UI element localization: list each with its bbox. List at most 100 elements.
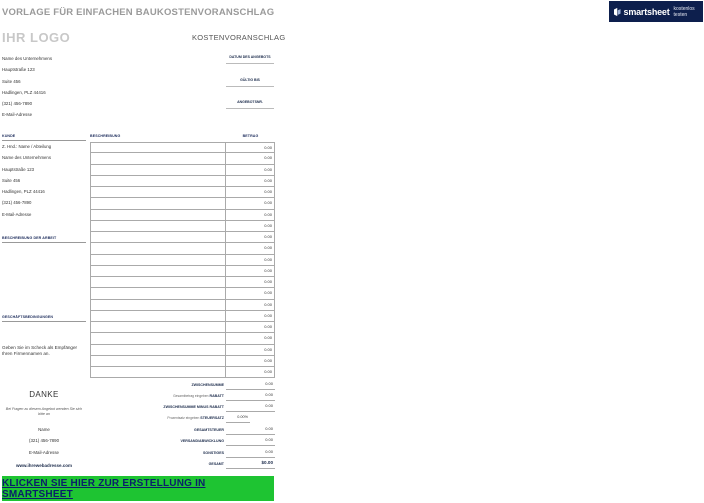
line-item-description-cell[interactable] bbox=[90, 187, 226, 199]
line-item-amount-cell[interactable]: 0.00 bbox=[226, 288, 275, 300]
cta-label: KLICKEN SIE HIER ZUR ERSTELLUNG IN SMART… bbox=[2, 477, 206, 500]
quote-date-field[interactable] bbox=[226, 63, 274, 64]
line-item-description-cell[interactable] bbox=[90, 153, 226, 165]
subtotal-less-label: ZWISCHENSUMME MINUS RABATT bbox=[163, 404, 224, 409]
line-item-row: 0.00 bbox=[90, 164, 275, 176]
line-item-amount-cell[interactable]: 0.00 bbox=[226, 367, 275, 379]
tax-row: GESAMTSTEUER 0.00 bbox=[150, 424, 275, 436]
discount-value[interactable]: 0.00 bbox=[226, 390, 275, 402]
line-item-amount-cell[interactable]: 0.00 bbox=[226, 198, 275, 210]
line-item-amount-cell[interactable]: 0.00 bbox=[226, 277, 275, 289]
line-item-description-cell[interactable] bbox=[90, 322, 226, 334]
total-value: $0.00 bbox=[226, 458, 275, 470]
line-item-amount-cell[interactable]: 0.00 bbox=[226, 142, 275, 154]
line-item-amount-cell[interactable]: 0.00 bbox=[226, 355, 275, 367]
line-item-amount-cell[interactable]: 0.00 bbox=[226, 344, 275, 356]
discount-label-group: Gesamtbetrag eingeben RABATT bbox=[150, 394, 226, 398]
amount-heading: BETRAG bbox=[242, 134, 259, 138]
line-item-row: 0.00 bbox=[90, 277, 275, 289]
line-item-amount-cell[interactable]: 0.00 bbox=[226, 322, 275, 334]
line-item-amount-cell[interactable]: 0.00 bbox=[226, 310, 275, 322]
customer-email: E-Mail-Adresse bbox=[2, 211, 32, 217]
line-item-description-cell[interactable] bbox=[90, 310, 226, 322]
subtotal-less-value: 0.00 bbox=[226, 401, 275, 413]
line-item-row: 0.00 bbox=[90, 299, 275, 311]
thanks-text: DANKE bbox=[29, 390, 59, 399]
line-item-description-cell[interactable] bbox=[90, 254, 226, 266]
subtotal-label: ZWISCHENSUMME bbox=[191, 382, 224, 387]
line-item-description-cell[interactable] bbox=[90, 277, 226, 289]
taxrate-row: Prozentsatz eingeben STEUERSATZ 0.00% bbox=[150, 412, 250, 424]
line-item-amount-cell[interactable]: 0.00 bbox=[226, 265, 275, 277]
line-item-description-cell[interactable] bbox=[90, 209, 226, 221]
customer-street: Hauptstraße 123 bbox=[2, 166, 35, 172]
company-city: Hadlingen, PLZ 44416 bbox=[2, 89, 46, 95]
line-item-amount-cell[interactable]: 0.00 bbox=[226, 254, 275, 266]
create-in-smartsheet-button[interactable]: KLICKEN SIE HIER ZUR ERSTELLUNG IN SMART… bbox=[2, 476, 274, 501]
taxrate-value[interactable]: 0.00% bbox=[226, 412, 250, 424]
line-item-description-cell[interactable] bbox=[90, 142, 226, 154]
brand-name: smartsheet bbox=[623, 6, 670, 17]
contact-email: E-Mail-Adresse bbox=[28, 450, 59, 455]
quote-number-field[interactable] bbox=[226, 108, 274, 109]
company-suite: Suite 456 bbox=[2, 78, 21, 84]
line-item-row: 0.00 bbox=[90, 310, 275, 322]
line-item-amount-cell[interactable]: 0.00 bbox=[226, 209, 275, 221]
line-item-description-cell[interactable] bbox=[90, 367, 226, 379]
shipping-label: VERSAND/ABWICKLUNG bbox=[180, 438, 224, 443]
line-item-description-cell[interactable] bbox=[90, 299, 226, 311]
line-item-row: 0.00 bbox=[90, 355, 275, 367]
line-item-description-cell[interactable] bbox=[90, 175, 226, 187]
taxrate-hint: Prozentsatz eingeben bbox=[167, 415, 200, 420]
line-item-amount-cell[interactable]: 0.00 bbox=[226, 187, 275, 199]
brand-cta: kostenlos testen bbox=[673, 5, 695, 18]
line-item-row: 0.00 bbox=[90, 187, 275, 199]
smartsheet-trial-button[interactable]: smartsheet kostenlos testen bbox=[609, 1, 703, 22]
line-item-description-cell[interactable] bbox=[90, 243, 226, 255]
line-item-description-cell[interactable] bbox=[90, 333, 226, 345]
line-item-amount-cell[interactable]: 0.00 bbox=[226, 175, 275, 187]
shipping-value[interactable]: 0.00 bbox=[226, 435, 275, 447]
tax-value: 0.00 bbox=[226, 424, 275, 436]
other-value[interactable]: 0.00 bbox=[226, 447, 275, 459]
line-item-description-cell[interactable] bbox=[90, 344, 226, 356]
other-label: SONSTIGES bbox=[203, 450, 224, 455]
line-item-row: 0.00 bbox=[90, 367, 275, 379]
line-item-row: 0.00 bbox=[90, 265, 275, 277]
document-title: KOSTENVORANSCHLAG bbox=[192, 33, 286, 42]
customer-company: Name des Unternehmens bbox=[2, 155, 51, 161]
line-item-amount-cell[interactable]: 0.00 bbox=[226, 333, 275, 345]
line-item-description-cell[interactable] bbox=[90, 265, 226, 277]
line-item-description-cell[interactable] bbox=[90, 355, 226, 367]
line-item-row: 0.00 bbox=[90, 243, 275, 255]
line-item-amount-cell[interactable]: 0.00 bbox=[226, 220, 275, 232]
questions-text: Bei Fragen zu diesem Angebot wenden Sie … bbox=[5, 407, 83, 416]
line-item-row: 0.00 bbox=[90, 322, 275, 334]
line-item-amount-cell[interactable]: 0.00 bbox=[226, 299, 275, 311]
scope-heading: BESCHREIBUNG DER ARBEIT bbox=[2, 236, 57, 240]
discount-label: RABATT bbox=[209, 393, 224, 398]
company-email: E-Mail-Adresse bbox=[2, 112, 33, 118]
line-item-row: 0.00 bbox=[90, 254, 275, 266]
terms-heading-rule bbox=[2, 321, 86, 322]
line-item-description-cell[interactable] bbox=[90, 232, 226, 244]
valid-until-field[interactable] bbox=[226, 86, 274, 87]
website-link[interactable]: www.ihrewebadresse.com bbox=[0, 463, 88, 468]
customer-phone: (321) 456-7890 bbox=[2, 200, 32, 206]
customer-info: Z. Hnd.: Name / Abteilung Name des Unter… bbox=[2, 141, 51, 220]
line-item-row: 0.00 bbox=[90, 209, 275, 221]
customer-heading: KUNDE bbox=[2, 134, 16, 138]
line-item-description-cell[interactable] bbox=[90, 198, 226, 210]
company-street: Hauptstraße 123 bbox=[2, 67, 35, 73]
line-item-amount-cell[interactable]: 0.00 bbox=[226, 153, 275, 165]
line-item-description-cell[interactable] bbox=[90, 164, 226, 176]
line-item-row: 0.00 bbox=[90, 153, 275, 165]
line-item-amount-cell[interactable]: 0.00 bbox=[226, 164, 275, 176]
line-item-amount-cell[interactable]: 0.00 bbox=[226, 243, 275, 255]
line-item-description-cell[interactable] bbox=[90, 288, 226, 300]
line-item-description-cell[interactable] bbox=[90, 220, 226, 232]
payment-note: Geben Sie im Scheck als Empfänger Ihren … bbox=[2, 345, 78, 356]
valid-until-label: GÜLTIG BIS bbox=[240, 78, 260, 82]
shipping-row: VERSAND/ABWICKLUNG 0.00 bbox=[150, 435, 275, 447]
line-item-amount-cell[interactable]: 0.00 bbox=[226, 232, 275, 244]
